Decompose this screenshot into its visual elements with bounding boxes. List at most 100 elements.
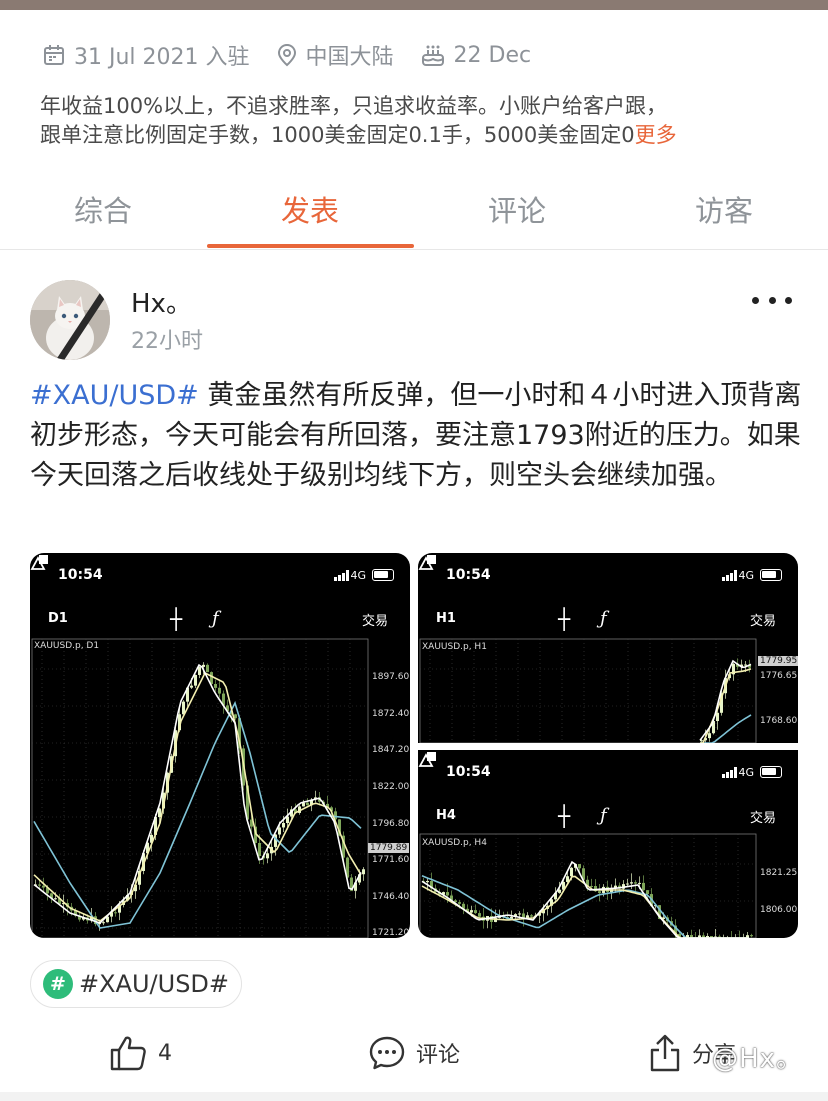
share-icon [650, 1034, 680, 1072]
post-hashtag-link[interactable]: #XAU/USD# [30, 380, 199, 411]
bio-line-2: 跟单注意比例固定手数，1000美金固定0.1手，5000美金固定0更多 [40, 121, 800, 150]
symbol-label: XAUUSD.p, H4 [422, 838, 487, 848]
watermark-text: @Hx。 [712, 1044, 803, 1074]
post-author[interactable]: Hx。 [131, 283, 192, 320]
moving-average-slow-line [33, 700, 362, 929]
more-dot-icon [768, 296, 776, 304]
candle-body [302, 802, 305, 807]
candle-body [646, 890, 649, 895]
network-label: 4G [350, 569, 366, 582]
more-dot-icon [752, 296, 759, 304]
price-tick: 1771.60 [372, 855, 410, 865]
price-tick: 1821.25 [760, 868, 798, 878]
price-tick: 1768.60 [760, 716, 798, 726]
candle-body [190, 685, 193, 688]
candle-body [598, 891, 601, 894]
candle-body [716, 712, 719, 722]
chart-screenshot-h4[interactable]: 10:54 4G H4 ┼ ƒ 交易 XAUUSD.p, H4 1821.25 … [418, 750, 798, 938]
joined-date: 31 Jul 2021 入驻 [42, 39, 250, 71]
profile-meta-row: 31 Jul 2021 入驻 中国大陆 22 Dec [42, 38, 557, 72]
location: 中国大陆 [276, 39, 394, 71]
symbol-label: XAUUSD.p, H1 [422, 642, 487, 652]
candle-body [54, 898, 57, 900]
candle-body [626, 883, 629, 885]
chart-screenshot-h1[interactable]: 10:54 4G H1 ┼ ƒ 交易 XAUUSD.p, H1 1779.95 … [418, 553, 798, 743]
price-tick: 1847.20 [372, 745, 410, 755]
chart-screenshot-d1[interactable]: 10:54 4G D1 ┼ ƒ 交易 XAUUSD.p, D1 1897.60 … [30, 553, 410, 938]
timeframe-label: H4 [436, 808, 456, 823]
moving-average-fast-line [33, 671, 362, 922]
like-count: 4 [158, 1040, 172, 1066]
signal-bars-icon [334, 570, 350, 581]
candle-body [258, 842, 261, 857]
post-time: 22小时 [131, 329, 203, 354]
candle-body [744, 664, 747, 666]
current-price-label: 1779.95 [758, 656, 798, 666]
tab-overview[interactable]: 综合 [0, 188, 206, 230]
hashtag-icon: # [43, 969, 73, 999]
candle-body [114, 912, 117, 914]
price-tick: 1776.65 [760, 671, 798, 681]
crosshair-icon: ┼ [170, 607, 183, 631]
avatar[interactable] [30, 280, 110, 360]
candle-body [282, 823, 285, 828]
bio-more-link[interactable]: 更多 [635, 123, 677, 147]
candle-body [38, 884, 41, 886]
hashtag-chip[interactable]: # #XAU/USD# [30, 960, 242, 1008]
candle-body [578, 864, 581, 869]
more-dot-icon [785, 296, 792, 304]
birthday-cake-icon [421, 45, 444, 66]
crosshair-icon: ┼ [558, 804, 571, 828]
candle-body [458, 902, 461, 904]
candle-body [206, 664, 209, 673]
location-pin-icon [277, 43, 296, 67]
price-tick: 1872.40 [372, 709, 410, 719]
candle-body [642, 882, 645, 891]
battery-icon [372, 569, 394, 581]
moving-average-short-line [421, 860, 749, 938]
candle-body [530, 915, 533, 917]
objects-icon [418, 752, 436, 767]
battery-icon [760, 569, 782, 581]
like-button[interactable]: 4 [108, 1028, 172, 1078]
price-tick: 1746.40 [372, 892, 410, 902]
trade-label: 交易 [749, 614, 776, 629]
tab-comments[interactable]: 评论 [414, 188, 620, 230]
candle-body [194, 674, 197, 686]
objects-icon [30, 555, 48, 570]
network-label: 4G [738, 766, 754, 779]
status-time: 10:54 [446, 764, 491, 780]
price-tick: 1721.20 [372, 928, 410, 938]
candle-body [478, 913, 481, 917]
tab-visitors[interactable]: 访客 [621, 188, 827, 230]
candle-body [266, 853, 269, 859]
candle-body [518, 913, 521, 915]
trade-label: 交易 [749, 811, 776, 826]
candle-body [590, 885, 593, 887]
plot-frame [419, 638, 757, 743]
status-time: 10:54 [446, 567, 491, 583]
hashtag-chip-label: #XAU/USD# [79, 970, 230, 998]
profile-bio: 年收益100%以上，不追求胜率，只追求收益率。小账户给客户跟， 跟单注意比例固定… [40, 92, 800, 150]
post-actions-bar: 4 评论 分享 [0, 1028, 828, 1080]
price-tick: 1796.80 [372, 819, 410, 829]
price-tick: 1806.00 [760, 905, 798, 915]
candle-body [102, 922, 105, 924]
comment-bubble-icon [369, 1036, 405, 1070]
candle-body [42, 885, 45, 888]
post-body: #XAU/USD# 黄金虽然有所反弹，但一小时和４小时进入顶背离初步形态，今天可… [30, 376, 806, 496]
candle-body [638, 882, 641, 884]
symbol-label: XAUUSD.p, D1 [34, 641, 100, 651]
status-time: 10:54 [58, 567, 103, 583]
tab-posts[interactable]: 发表 [207, 188, 413, 230]
price-tick: 1822.00 [372, 782, 410, 792]
comment-button[interactable]: 评论 [368, 1028, 460, 1078]
candle-body [634, 882, 637, 884]
more-options-button[interactable] [752, 288, 792, 312]
candle-body [306, 802, 309, 806]
location-text: 中国大陆 [305, 45, 394, 70]
cat-avatar-image [30, 280, 110, 360]
candle-body [198, 666, 201, 675]
bio-line-2-text: 跟单注意比例固定手数，1000美金固定0.1手，5000美金固定0 [40, 123, 635, 147]
price-tick: 1897.60 [372, 672, 410, 682]
